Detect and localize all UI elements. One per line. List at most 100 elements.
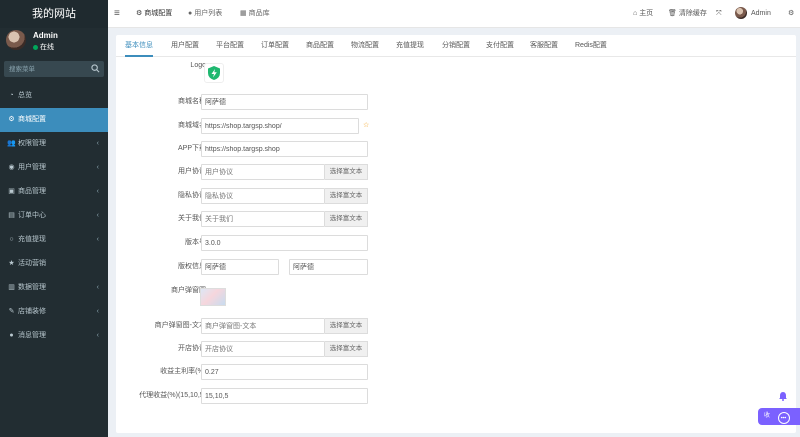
admin-label: Admin	[751, 10, 771, 17]
sidebar-item-label: 权限管理	[18, 140, 46, 147]
merchant-banner-text-label: 商户弹窗图-文本	[154, 322, 206, 329]
merchant-banner-image[interactable]	[200, 288, 226, 306]
copyright-input-1[interactable]	[201, 259, 279, 275]
home-icon: ⌂	[633, 10, 638, 17]
sidebar-item-label: 消息管理	[18, 332, 46, 339]
clear-cache-button[interactable]: 🗑 清除缓存	[668, 0, 707, 28]
chevron-left-icon: ‹	[96, 236, 99, 243]
sidebar-item-label: 总览	[18, 92, 32, 99]
merchant-banner-richtext-button[interactable]: 选择富文本	[325, 318, 368, 334]
sidebar-item-label: 充值提现	[18, 236, 46, 243]
form-row-about-us: 关于我们 选择富文本	[116, 211, 796, 227]
fullscreen-icon[interactable]: ⤧	[716, 0, 722, 28]
sidebar-item-messages[interactable]: ● 消息管理 ‹	[0, 324, 108, 348]
box-icon: ▣	[8, 188, 15, 195]
sidebar-item-label: 订单中心	[18, 212, 46, 219]
chevron-left-icon: ‹	[96, 332, 99, 339]
app-download-input[interactable]	[201, 141, 368, 157]
sidebar-item-label: 商品管理	[18, 188, 46, 195]
shop-domain-input[interactable]	[201, 118, 359, 134]
cogs-icon: ⚙	[136, 10, 143, 17]
nav-tab-product-library[interactable]: ▦ 商品库	[236, 0, 274, 28]
about-us-input[interactable]	[201, 211, 325, 227]
profit-rate-label: 收益主利率(%)	[160, 368, 206, 375]
user-panel: Admin 在线	[0, 28, 108, 58]
sidebar-item-shop-config[interactable]: ⚙ 商城配置	[0, 108, 108, 132]
nav-tab-shop-config[interactable]: ⚙ 商城配置	[132, 0, 176, 28]
sidebar-menu: ◔ 总览 ⚙ 商城配置 👥 权限管理 ‹ ◉ 用户管理 ‹ ▣ 商品管理 ‹ ▤ 订单中心 ‹ ○ 充…	[0, 84, 108, 348]
tab-basic-info[interactable]: 基本信息	[125, 35, 153, 57]
brand-title[interactable]: 我的网站	[0, 0, 108, 28]
privacy-agreement-richtext-button[interactable]: 选择富文本	[325, 188, 368, 204]
tab-product-config[interactable]: 商品配置	[306, 35, 334, 57]
sidebar: 我的网站 Admin 在线 ◔总览 ⚙商城配置 👥权限管理‹ ◉用户管理‹ ▣商…	[0, 0, 108, 437]
sidebar-item-users[interactable]: ◉ 用户管理 ‹	[0, 156, 108, 180]
avatar	[6, 30, 26, 50]
form-row-user-agreement: 用户协议 选择富文本	[116, 164, 796, 180]
user-icon: ●	[188, 10, 193, 17]
privacy-agreement-input[interactable]	[201, 188, 325, 204]
open-store-agreement-input[interactable]	[201, 341, 325, 357]
tab-logistics-config[interactable]: 物流配置	[351, 35, 379, 57]
side-button-label: 收	[764, 413, 771, 419]
chevron-left-icon: ‹	[96, 308, 99, 315]
sidebar-item-products[interactable]: ▣ 商品管理 ‹	[0, 180, 108, 204]
sidebar-item-orders[interactable]: ▤ 订单中心 ‹	[0, 204, 108, 228]
about-us-richtext-button[interactable]: 选择富文本	[325, 211, 368, 227]
cogs-icon: ⚙	[8, 116, 15, 123]
agent-rate-input[interactable]	[201, 388, 368, 404]
sidebar-item-marketing[interactable]: ★ 活动营销	[0, 252, 108, 276]
menu-toggle-icon[interactable]: ≡	[114, 8, 120, 19]
user-agreement-input[interactable]	[201, 164, 325, 180]
avatar	[735, 7, 747, 20]
sidebar-search-input[interactable]	[4, 61, 88, 77]
nav-tab-label: 商城配置	[144, 10, 173, 17]
open-store-agreement-richtext-button[interactable]: 选择富文本	[325, 341, 368, 357]
sidebar-item-label: 活动营销	[18, 260, 46, 267]
merchant-banner-text-input[interactable]	[201, 318, 325, 334]
chevron-left-icon: ‹	[96, 164, 99, 171]
tab-service-config[interactable]: 客服配置	[530, 35, 558, 57]
admin-menu[interactable]: Admin	[735, 0, 771, 28]
home-link[interactable]: ⌂ 主页	[633, 0, 653, 28]
user-status: 在线	[33, 42, 54, 52]
user-agreement-richtext-button[interactable]: 选择富文本	[325, 164, 368, 180]
sidebar-item-recharge[interactable]: ○ 充值提现 ‹	[0, 228, 108, 252]
tab-recharge-withdraw[interactable]: 充值提现	[396, 35, 424, 57]
tab-payment-config[interactable]: 支付配置	[486, 35, 514, 57]
form-row-shop-domain: 商城域名 ☆	[116, 118, 796, 134]
top-navbar: ≡ ⚙ 商城配置 ● 用户列表 ▦ 商品库 ⌂ 主页 🗑 清除缓存 ⤧ Admin ⚙	[108, 0, 800, 28]
sidebar-item-decoration[interactable]: ✎ 店铺装修 ‹	[0, 300, 108, 324]
logo-image[interactable]	[204, 63, 224, 83]
settings-gear-icon[interactable]: ⚙	[788, 0, 794, 28]
circle-icon: ○	[9, 236, 14, 243]
brush-icon: ✎	[8, 308, 15, 315]
tab-platform-config[interactable]: 平台配置	[216, 35, 244, 57]
chat-icon	[780, 416, 787, 419]
main-content: 基本信息 用户配置 平台配置 订单配置 商品配置 物流配置 充值提现 分销配置 …	[116, 35, 796, 433]
copyright-input-2[interactable]	[289, 259, 368, 275]
user-name: Admin	[33, 31, 58, 40]
search-icon[interactable]	[91, 64, 100, 73]
notification-bell-icon[interactable]	[777, 390, 789, 402]
tab-user-config[interactable]: 用户配置	[171, 35, 199, 57]
chevron-left-icon: ‹	[96, 212, 99, 219]
sidebar-item-overview[interactable]: ◔ 总览	[0, 84, 108, 108]
sidebar-item-label: 数据管理	[18, 284, 46, 291]
sidebar-item-permissions[interactable]: 👥 权限管理 ‹	[0, 132, 108, 156]
sidebar-item-data[interactable]: ▥ 数据管理 ‹	[0, 276, 108, 300]
chat-bubble-icon[interactable]	[778, 412, 790, 424]
tab-distribution-config[interactable]: 分销配置	[442, 35, 470, 57]
sidebar-item-label: 用户管理	[18, 164, 46, 171]
nav-tab-label: 商品库	[248, 10, 270, 17]
tab-redis-config[interactable]: Redis配置	[575, 35, 607, 57]
version-input[interactable]	[201, 235, 368, 251]
nav-tab-user-list[interactable]: ● 用户列表	[184, 0, 226, 28]
chart-icon: ▥	[8, 284, 15, 291]
chevron-left-icon: ‹	[96, 140, 99, 147]
form-row-shop-name: 商城名称	[116, 94, 796, 110]
profit-rate-input[interactable]	[201, 364, 368, 380]
shop-name-input[interactable]	[201, 94, 368, 110]
tab-order-config[interactable]: 订单配置	[261, 35, 289, 57]
user-status-label: 在线	[40, 44, 54, 51]
